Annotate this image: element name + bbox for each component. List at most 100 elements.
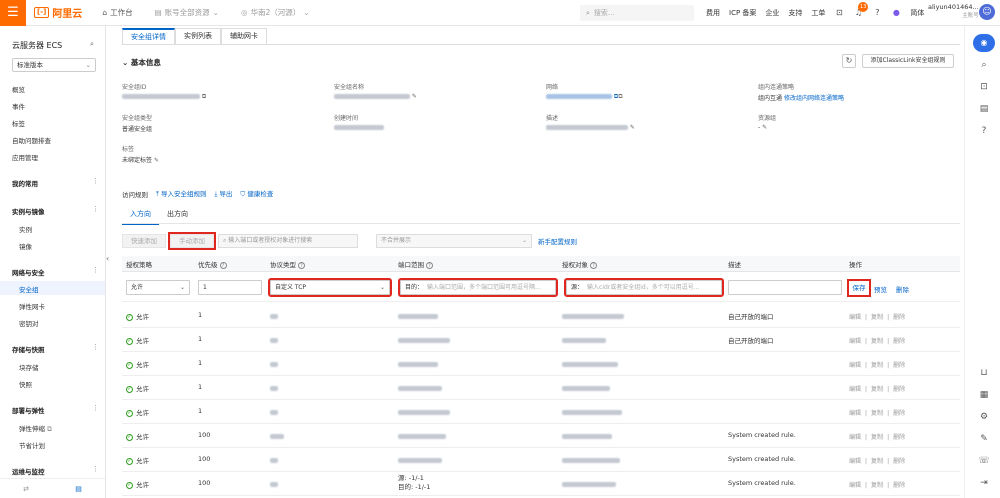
icp-link[interactable]: ICP 备案 [729,8,756,18]
sidebar-collapse-icon[interactable]: ‹ [106,254,114,270]
sidebar-section-network[interactable]: 网络与安全 [12,267,45,277]
more-icon[interactable]: ⋮ [92,404,99,412]
language-link[interactable]: 简体 [910,8,924,18]
search-icon[interactable]: ⌕ [90,40,94,49]
export-link[interactable]: ⤓ 导出 [214,188,232,199]
delete-row-button[interactable]: 删除 [893,386,905,393]
sidebar-item-savings-plan[interactable]: 节省计划 [19,440,45,450]
help-icon[interactable]: ? [978,126,990,136]
copy-row-button[interactable]: 复制 [871,482,883,489]
protocol-select[interactable]: 自定义 TCP ⌄ [268,278,392,297]
sidebar-item-keypair[interactable]: 密钥对 [19,318,39,328]
edit-row-button[interactable]: 编辑 [849,410,861,417]
edit-icon[interactable]: ✎ [412,93,417,100]
delete-button[interactable]: 删除 [896,284,909,294]
more-icon[interactable]: ⋮ [92,465,99,473]
support-icon[interactable]: ☏ [978,456,990,466]
delete-row-button[interactable]: 删除 [893,362,905,369]
sidebar-item-snapshot[interactable]: 快照 [19,379,32,389]
search-icon[interactable]: ⌕ [978,60,990,70]
copy-row-button[interactable]: 复制 [871,434,883,441]
sidebar-item-security-group[interactable]: 安全组 [19,284,39,294]
edit-row-button[interactable]: 编辑 [849,338,861,345]
edit-icon[interactable]: ✎ [762,124,767,131]
workbench-link[interactable]: ⌂ 工作台 [102,7,132,18]
copy-icon[interactable]: ⧉ [202,93,206,100]
delete-row-button[interactable]: 删除 [893,410,905,417]
delete-row-button[interactable]: 删除 [893,458,905,465]
sidebar-item-eni[interactable]: 弹性网卡 [19,301,45,311]
delete-row-button[interactable]: 删除 [893,482,905,489]
delete-row-button[interactable]: 删除 [893,434,905,441]
tab-sg-details[interactable]: 安全组详情 [122,28,175,44]
beginner-config-link[interactable]: 新手配置规则 [538,236,577,246]
help-icon[interactable]: ? [590,261,597,269]
copy-icon[interactable]: ⧉ [618,93,622,100]
tab-secondary-eni[interactable]: 辅助网卡 [221,28,267,44]
collapse-icon[interactable]: ⇥ [978,478,990,488]
help-icon[interactable]: ? [219,261,227,269]
help-icon[interactable]: ? [298,261,305,269]
more-icon[interactable]: ⋮ [92,343,99,351]
avatar[interactable]: ☺ [979,4,995,20]
sidebar-item-auto-scaling[interactable]: 弹性伸缩 ⧉ [19,423,52,434]
priority-input[interactable]: 1 [198,280,262,295]
bell-icon[interactable]: ♫ 13 [853,2,869,18]
rule-search-input[interactable]: ⌕ 输入端口或者授权对象进行搜索 [218,234,358,248]
edit-row-button[interactable]: 编辑 [849,386,861,393]
delete-row-button[interactable]: 删除 [893,338,905,345]
copy-row-button[interactable]: 复制 [871,386,883,393]
port-range-input[interactable]: 目的： 输入端口范围，多个端口范围可用逗号隔... [398,278,558,297]
sidebar-section-instances[interactable]: 实例与镜像 [12,206,45,216]
help-icon[interactable]: ? [426,261,433,269]
copy-row-button[interactable]: 复制 [871,410,883,417]
copy-row-button[interactable]: 复制 [871,458,883,465]
support-link[interactable]: 支持 [788,8,802,18]
sidebar-section-deploy[interactable]: 部署与弹性 [12,405,45,415]
sidebar-item-instances[interactable]: 实例 [19,224,32,234]
import-rules-link[interactable]: ⤒ 导入安全组规则 [156,188,206,199]
document-icon[interactable]: ▤ [978,104,990,114]
copy-row-button[interactable]: 复制 [871,314,883,321]
save-button[interactable]: 保存 [847,279,871,297]
switch-icon[interactable]: ⇄ [23,485,29,493]
add-classiclink-rule-button[interactable]: 添加ClassicLink安全组规则 [862,54,954,68]
ticket-link[interactable]: 工单 [811,8,825,18]
tab-instance-list[interactable]: 实例列表 [175,28,221,44]
enterprise-link[interactable]: 企业 [765,8,779,18]
sidebar-item-overview[interactable]: 概览 [12,84,25,94]
billing-link[interactable]: 费用 [706,8,720,18]
edit-icon[interactable]: ✎ [154,157,159,164]
calculator-icon[interactable]: ▦ [978,390,990,400]
region-select[interactable]: ◎ 华南2（河源） ⌄ [241,7,310,18]
sidebar-item-app-mgmt[interactable]: 应用管理 [12,152,38,162]
copy-row-button[interactable]: 复制 [871,338,883,345]
quick-add-button[interactable]: 快速添加 [122,234,166,248]
sidebar-item-tags[interactable]: 标签 [12,118,25,128]
edit-row-button[interactable]: 编辑 [849,458,861,465]
edit-icon[interactable]: ✎ [978,434,990,444]
description-input[interactable] [728,280,842,295]
cloud-shell-icon[interactable]: ⊡ [978,82,990,92]
sidebar-section-storage[interactable]: 存储与快照 [12,344,45,354]
manual-add-button[interactable]: 手动添加 [168,232,216,250]
edit-row-button[interactable]: 编辑 [849,362,861,369]
logo[interactable]: [-] 阿里云 [34,5,82,20]
help-icon[interactable]: ? [872,8,882,18]
source-input[interactable]: 源： 输入cidr或者安全组id，多个可以用逗号... [564,278,724,297]
settings-icon[interactable]: ⚙ [978,412,990,422]
merge-display-select[interactable]: 不合并展示 ⌄ [376,234,532,248]
sidebar-section-ops[interactable]: 运维与监控 [12,466,45,476]
global-search-input[interactable]: ⌕ 搜索... [580,5,694,21]
preview-button[interactable]: 预览 [874,284,887,294]
modify-intra-policy-link[interactable]: 修改组内网络连通策略 [784,95,844,102]
sidebar-item-images[interactable]: 镜像 [19,241,32,251]
more-icon[interactable]: ⋮ [92,266,99,274]
sidebar-item-block-storage[interactable]: 块存储 [19,362,39,372]
sidebar-item-troubleshoot[interactable]: 自助问题排查 [12,135,51,145]
more-icon[interactable]: ⋮ [92,177,99,185]
account-scope-select[interactable]: ▤ 账号全部资源 ⌄ [155,7,219,18]
cart-icon[interactable]: ⊔ [978,368,990,378]
assistant-robot-icon[interactable]: ◉ [973,34,995,52]
cloud-shell-icon[interactable]: ⊡ [834,8,844,18]
